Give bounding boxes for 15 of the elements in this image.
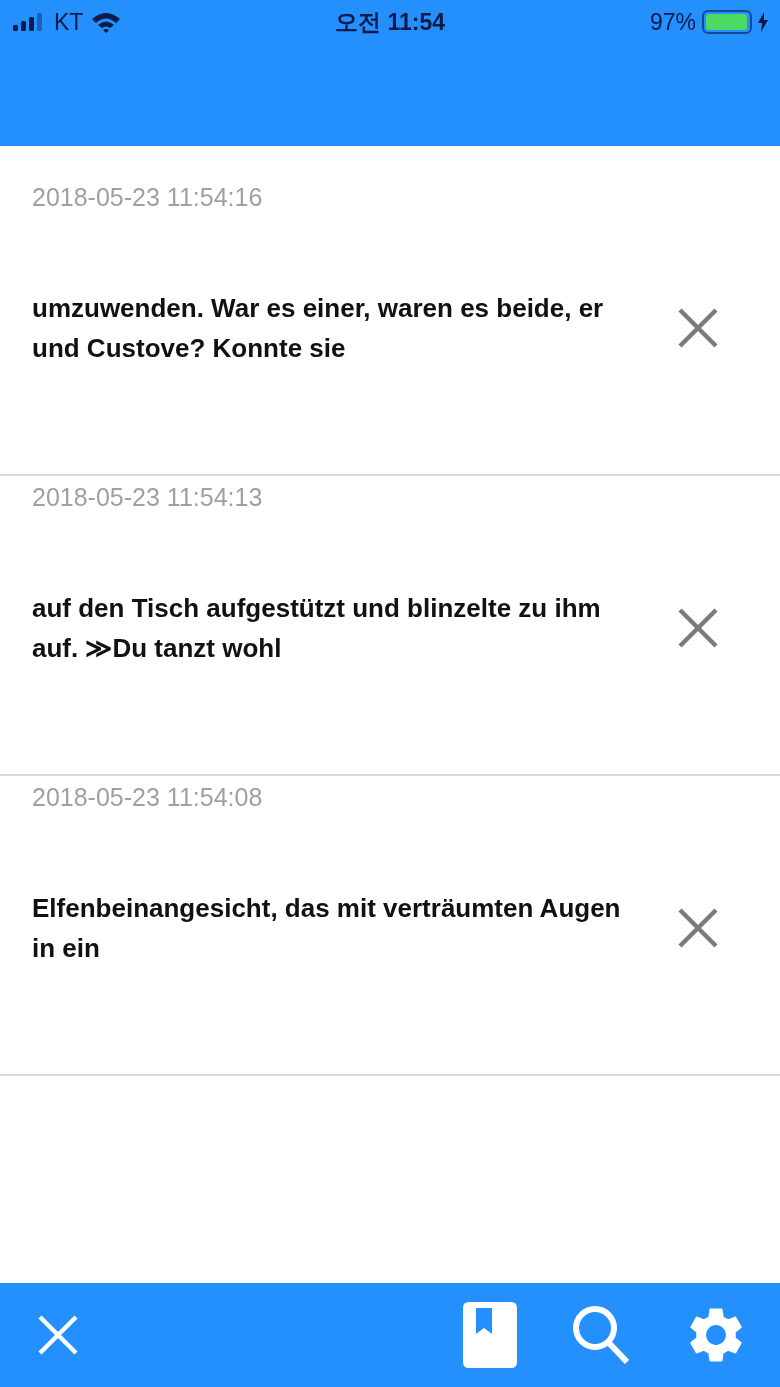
entry-text: auf den Tisch aufgestützt und blinzelte zu ihm auf. ≫Du tanzt wohl bbox=[32, 592, 602, 665]
book-bookmark-icon bbox=[463, 1302, 517, 1368]
search-icon bbox=[571, 1304, 631, 1366]
battery-icon bbox=[702, 10, 752, 34]
carrier-name: KT bbox=[54, 7, 84, 37]
wifi-icon bbox=[91, 11, 122, 33]
entry-text: Elfenbeinangesicht, das mit verträumten Augen in ein bbox=[32, 892, 622, 965]
entry-timestamp: 2018-05-23 11:54:13 bbox=[32, 482, 264, 512]
bookmark-button[interactable] bbox=[460, 1300, 520, 1370]
battery-percent: 97% bbox=[649, 7, 696, 37]
search-button[interactable] bbox=[570, 1304, 632, 1366]
clock-time: 오전 11:54 bbox=[335, 7, 445, 37]
entry-text: umzuwenden. War es einer, waren es beide, er und Custove? Konnte sie bbox=[32, 292, 605, 365]
entry-timestamp: 2018-05-23 11:54:16 bbox=[32, 182, 264, 212]
entry-timestamp: 2018-05-23 11:54:08 bbox=[32, 782, 264, 812]
